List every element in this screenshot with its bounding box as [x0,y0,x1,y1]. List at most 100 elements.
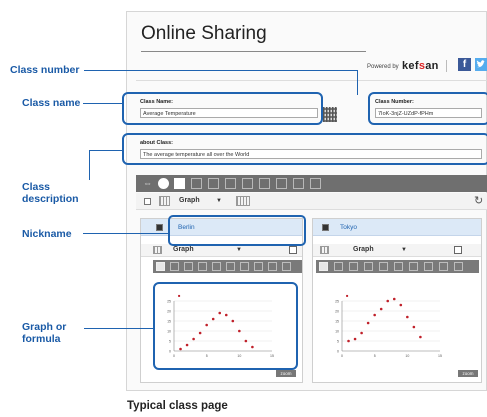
tokyo-y-tick-label: 0 [337,350,339,354]
leader-graph [84,328,153,329]
panel-table-icon-tokyo[interactable] [320,246,329,254]
curve-chart-icon[interactable] [276,178,287,189]
select-all-checkbox[interactable] [144,198,151,205]
qr-code-icon[interactable] [323,107,337,122]
header-divider [136,80,487,81]
panel-tokyo-chart-icon-5[interactable] [379,262,388,271]
panel-berlin-chart-icon-9[interactable] [268,262,277,271]
toolbar-scroll-icon[interactable]: ⇔ [143,178,152,188]
panel-tokyo-chart-icon-6[interactable] [394,262,403,271]
tokyo-data-point [360,331,363,335]
panel-berlin-chart-icon-6[interactable] [226,262,235,271]
brand-logo-part2: an [425,60,439,72]
pie-chart-icon[interactable] [158,178,169,189]
tokyo-x-tick-label: 5 [374,354,376,358]
formula-chart-icon[interactable] [293,178,304,189]
layout-grid-icon[interactable] [236,196,250,206]
tokyo-data-point [412,325,416,329]
panel-chevron-down-icon-berlin[interactable]: ▼ [236,247,242,253]
twitter-icon[interactable] [475,58,487,71]
leader-class-number-h [84,70,357,71]
panel-berlin-chart-icon-8[interactable] [254,262,263,271]
annotation-class-description-line2: description [22,193,79,205]
twitter-bird-icon [476,60,485,68]
panel-berlin-chart-icon-4[interactable] [198,262,207,271]
panel-toolbar-tokyo [316,260,479,273]
facebook-icon[interactable]: f [458,58,471,71]
brand-logo: kefsan [402,60,439,72]
tokyo-data-point [392,297,396,301]
expand-icon-berlin[interactable] [289,246,297,254]
tokyo-data-point [419,335,422,339]
panel-tokyo-chart-icon-4[interactable] [364,262,373,271]
annotation-class-description: Class description [22,181,79,205]
zoom-button-tokyo[interactable]: zoom [458,370,478,377]
figure-caption: Typical class page [127,400,228,412]
highlight-class-name [122,92,323,125]
leader-class-number-v [357,70,358,95]
annotation-graph-or-formula: Graph or formula [22,321,66,345]
table-view-icon[interactable] [159,196,170,206]
panel-tokyo-chart-icon-3[interactable] [349,262,358,271]
bar-chart-icon[interactable] [174,178,185,189]
chevron-down-icon[interactable]: ▼ [216,198,222,204]
tokyo-data-point [366,321,370,325]
step-chart-icon[interactable] [242,178,253,189]
powered-by-label: Powered by [367,64,399,70]
expand-icon-tokyo[interactable] [454,246,462,254]
highlight-class-description [122,133,487,165]
graph-type-select[interactable]: Graph [179,197,200,204]
zoom-button-berlin[interactable]: zoom [276,370,296,377]
leader-nickname [83,233,168,234]
panel-berlin-chart-icon-2[interactable] [170,262,179,271]
panel-checkbox-berlin[interactable] [156,224,163,231]
refresh-icon[interactable]: ↻ [474,194,483,207]
panel-toolbar-berlin [153,260,302,273]
panel-tokyo-chart-icon-7[interactable] [409,262,418,271]
graph-tokyo[interactable]: 25 20 15 10 5 00 5 10 15 ■ [328,291,448,362]
panel-tokyo-chart-icon-1[interactable] [319,262,328,271]
tokyo-x-tick-label: 10 [405,354,409,358]
panel-checkbox-tokyo[interactable] [322,224,329,231]
panel-tokyo-chart-icon-8[interactable] [424,262,433,271]
page-title: Online Sharing [141,23,267,44]
highlight-nickname [168,215,306,246]
panel-chevron-down-icon-tokyo[interactable]: ▼ [401,247,407,253]
panel-berlin-chart-icon-7[interactable] [240,262,249,271]
nickname-tokyo[interactable]: Tokyo [340,224,357,231]
trend-chart-icon[interactable] [259,178,270,189]
annotation-class-number: Class number [10,64,80,76]
tokyo-data-point [373,313,376,317]
panel-tokyo-chart-icon-9[interactable] [439,262,448,271]
leader-class-description-h [89,150,122,151]
tokyo-y-tick-label: 5 [337,340,339,344]
highlight-graph [153,282,298,370]
social-divider [446,60,447,72]
tokyo-data-point [406,315,409,319]
line-chart-icon[interactable] [191,178,202,189]
annotation-graph-line2: formula [22,333,61,345]
tokyo-data-point [399,303,403,307]
tokyo-legend-marker: ■ [346,293,349,298]
annotation-graph-line1: Graph or [22,321,67,333]
scatter-chart-icon[interactable] [310,178,321,189]
panel-graph-select-tokyo[interactable]: Graph [353,246,374,253]
panel-tokyo-chart-icon-2[interactable] [334,262,343,271]
panel-header-tokyo [313,219,481,236]
tokyo-y-tick-label: 15 [335,320,339,324]
annotation-class-name: Class name [22,97,81,109]
tokyo-data-point [347,339,350,343]
panel-tokyo-chart-icon-10[interactable] [454,262,463,271]
panel-berlin-chart-icon-3[interactable] [184,262,193,271]
panel-berlin-chart-icon-5[interactable] [212,262,221,271]
panel-table-icon-berlin[interactable] [153,246,162,254]
panel-berlin-chart-icon-1[interactable] [156,262,165,271]
annotation-class-description-line1: Class [22,181,51,193]
multi-line-chart-icon[interactable] [208,178,219,189]
area-chart-icon[interactable] [225,178,236,189]
tokyo-data-point [379,307,383,311]
tokyo-y-tick-label: 25 [335,300,339,304]
panel-graph-select-berlin[interactable]: Graph [173,246,194,253]
panel-berlin-chart-icon-10[interactable] [282,262,291,271]
leader-class-name [83,103,122,104]
